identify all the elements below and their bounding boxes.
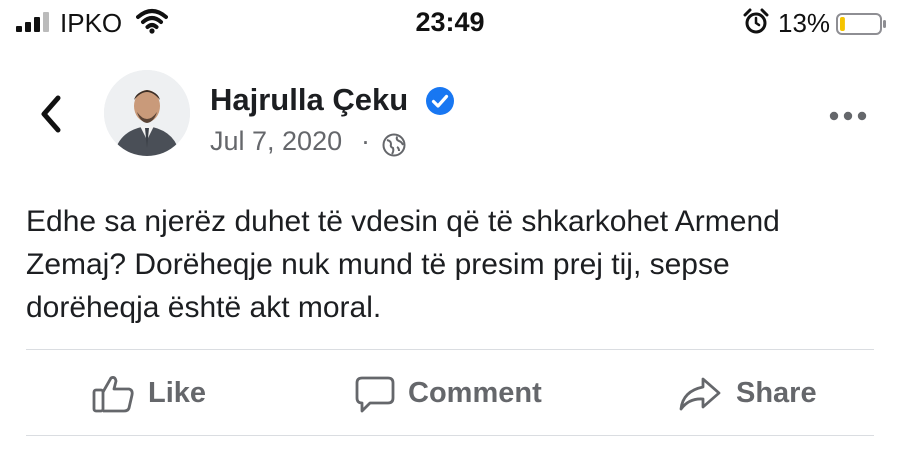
comment-button[interactable]: Comment: [354, 372, 564, 416]
comment-bubble-icon: [355, 376, 395, 413]
thumbs-up-icon: [92, 376, 134, 413]
post-date[interactable]: Jul 7, 2020: [210, 126, 342, 157]
avatar[interactable]: [104, 70, 190, 156]
share-arrow-icon: [679, 377, 721, 411]
globe-icon: [382, 133, 406, 157]
divider: [26, 349, 874, 350]
battery-icon: [836, 13, 886, 35]
comment-label: Comment: [408, 377, 542, 409]
divider: [26, 435, 874, 436]
more-options-icon[interactable]: [828, 110, 868, 122]
post-body-text: Edhe sa njerëz duhet të vdesin që të shk…: [26, 200, 886, 329]
share-button[interactable]: Share: [678, 372, 828, 416]
like-label: Like: [148, 377, 207, 409]
meta-separator: ·: [361, 126, 370, 156]
verified-badge-icon: [426, 87, 454, 115]
post-author-name[interactable]: Hajrulla Çeku: [210, 82, 408, 118]
like-button[interactable]: Like: [92, 372, 222, 416]
status-bar: IPKO 23:49 13%: [0, 0, 900, 46]
back-button[interactable]: [36, 92, 66, 136]
battery-percentage: 13%: [778, 8, 831, 38]
share-label: Share: [736, 377, 817, 409]
post-text-line: dorëheqja është akt moral.: [26, 291, 382, 324]
post-text-line: Zemaj? Dorëheqje nuk mund të presim prej…: [26, 248, 730, 281]
alarm-clock-icon: [743, 8, 769, 34]
post-text-line: Edhe sa njerëz duhet të vdesin që të shk…: [26, 205, 780, 238]
